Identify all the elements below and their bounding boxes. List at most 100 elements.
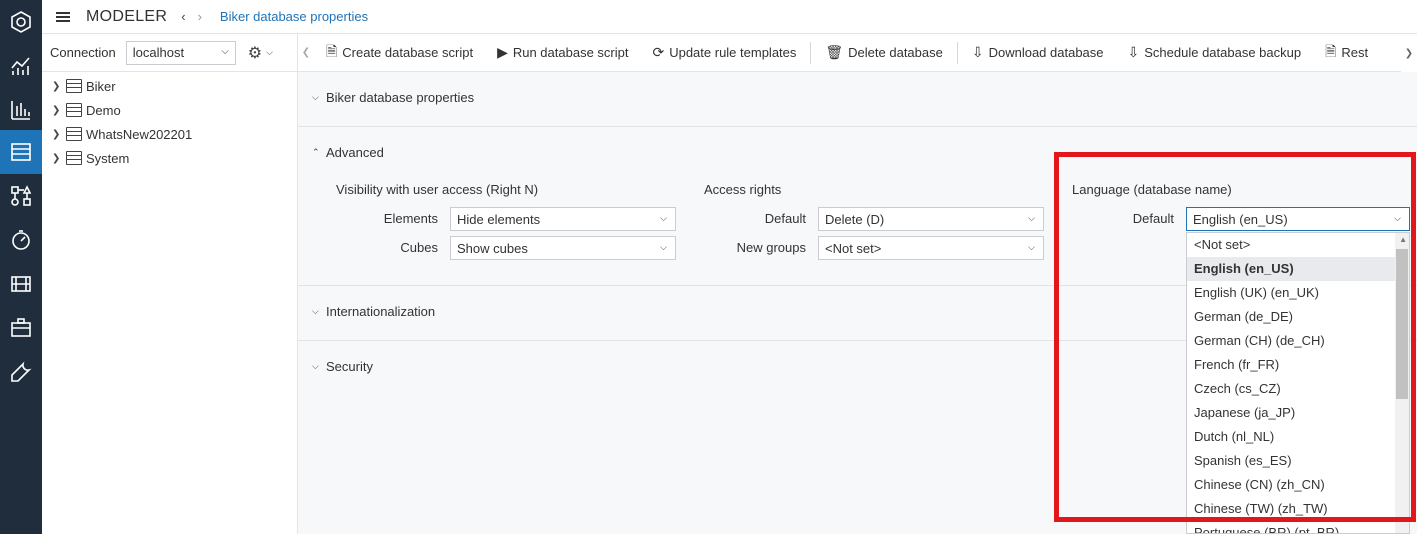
dropdown-option[interactable]: Czech (cs_CZ): [1187, 377, 1409, 401]
trash-icon: 🗑: [825, 44, 844, 60]
reports-icon[interactable]: [0, 88, 42, 132]
button-label: Download database: [988, 45, 1104, 60]
scroll-up-icon[interactable]: ▲: [1399, 235, 1407, 244]
section-title: Advanced: [326, 145, 384, 160]
hierarchy-icon[interactable]: [0, 174, 42, 218]
elements-select[interactable]: Hide elements ⌵: [450, 207, 676, 231]
restore-icon: 🗎: [1325, 42, 1337, 59]
chevron-right-icon[interactable]: ❯: [52, 105, 66, 116]
delete-database-button[interactable]: 🗑 Delete database: [813, 34, 954, 72]
dropdown-option[interactable]: Spanish (es_ES): [1187, 449, 1409, 473]
chevron-right-icon[interactable]: ❯: [52, 81, 66, 92]
tree-item-label: Demo: [86, 102, 121, 118]
briefcase-icon[interactable]: [0, 306, 42, 350]
dropdown-options: <Not set> English (en_US) English (UK) (en…: [1187, 233, 1409, 533]
database-icon: [66, 127, 82, 141]
database-server-icon[interactable]: [0, 130, 42, 174]
gear-icon[interactable]: ⚙: [248, 43, 262, 63]
dropdown-scrollbar[interactable]: ▲: [1395, 233, 1409, 533]
default-access-select[interactable]: Delete (D) ⌵: [818, 207, 1044, 231]
dropdown-option[interactable]: Dutch (nl_NL): [1187, 425, 1409, 449]
analytics-icon[interactable]: [0, 44, 42, 88]
create-database-script-button[interactable]: 🗎 Create database script: [314, 34, 485, 72]
language-default-select[interactable]: English (en_US) ⌵: [1186, 207, 1410, 231]
visibility-title: Visibility with user access (Right N): [336, 182, 539, 197]
film-icon[interactable]: [0, 262, 42, 306]
hamburger-menu-icon[interactable]: [56, 11, 70, 22]
hexagon-logo-icon[interactable]: [0, 0, 42, 44]
chevron-right-icon[interactable]: ❯: [52, 153, 66, 164]
section-header-properties[interactable]: ⌵ Biker database properties: [312, 90, 474, 105]
toolbar-scroll-left-icon[interactable]: ❮: [298, 47, 314, 58]
dropdown-option[interactable]: Portuguese (BR) (pt_BR): [1187, 521, 1409, 533]
chevron-up-icon: ⌃: [312, 147, 320, 157]
section-header-internationalization[interactable]: ⌵ Internationalization: [312, 304, 435, 319]
scrollbar-thumb[interactable]: [1396, 249, 1408, 399]
chevron-down-icon: ⌵: [660, 242, 667, 252]
chevron-down-icon[interactable]: ⌵: [266, 47, 273, 58]
chevron-down-icon: ⌵: [312, 361, 319, 371]
back-arrow-icon[interactable]: ‹: [181, 9, 185, 24]
toolbar-scroll-right-icon[interactable]: ❯: [1401, 34, 1417, 72]
button-label: Rest: [1341, 45, 1369, 60]
chevron-down-icon: ⌵: [221, 45, 229, 57]
chevron-down-icon: ⌵: [312, 92, 319, 102]
button-label: Delete database: [848, 45, 943, 60]
dropdown-option[interactable]: Japanese (ja_JP): [1187, 401, 1409, 425]
database-tree: ❯ Biker ❯ Demo ❯ WhatsNew202201 ❯ System: [52, 74, 192, 170]
connection-select[interactable]: localhost ⌵: [125, 40, 236, 65]
language-dropdown-list[interactable]: <Not set> English (en_US) English (UK) (en…: [1186, 232, 1410, 534]
tree-item-system[interactable]: ❯ System: [52, 146, 192, 170]
dropdown-option[interactable]: German (de_DE): [1187, 305, 1409, 329]
wrench-icon[interactable]: [0, 350, 42, 394]
chevron-down-icon: ⌵: [1028, 213, 1035, 223]
tree-item-label: Biker: [86, 78, 116, 94]
connection-value: localhost: [132, 45, 185, 60]
download-database-button[interactable]: ⇩ Download database: [960, 34, 1116, 72]
dropdown-option[interactable]: German (CH) (de_CH): [1187, 329, 1409, 353]
cubes-value: Show cubes: [457, 240, 528, 256]
tree-item-demo[interactable]: ❯ Demo: [52, 98, 192, 122]
dropdown-option[interactable]: <Not set>: [1187, 233, 1409, 257]
restore-database-button[interactable]: 🗎 Rest: [1313, 34, 1380, 72]
tree-item-biker[interactable]: ❯ Biker: [52, 74, 192, 98]
run-database-script-button[interactable]: ▶ Run database script: [485, 34, 640, 72]
dashboard-gauge-icon[interactable]: [0, 218, 42, 262]
new-groups-label: New groups: [736, 240, 806, 255]
tree-item-whatsnew[interactable]: ❯ WhatsNew202201: [52, 122, 192, 146]
tree-item-label: System: [86, 150, 130, 166]
elements-value: Hide elements: [457, 211, 541, 227]
section-header-security[interactable]: ⌵ Security: [312, 359, 373, 374]
button-label: Run database script: [512, 45, 629, 60]
schedule-icon: ⇩: [1127, 44, 1140, 60]
download-icon: ⇩: [971, 44, 984, 60]
dropdown-option[interactable]: Chinese (TW) (zh_TW): [1187, 497, 1409, 521]
section-title: Security: [326, 359, 373, 374]
toolbar-divider: [956, 41, 958, 64]
forward-arrow-icon[interactable]: ›: [198, 9, 202, 24]
connection-row: Connection localhost ⌵ ⚙ ⌵: [42, 34, 298, 72]
dropdown-option[interactable]: English (UK) (en_UK): [1187, 281, 1409, 305]
app-title: MODELER: [86, 7, 168, 25]
default-access-value: Delete (D): [825, 211, 885, 227]
chevron-right-icon[interactable]: ❯: [52, 129, 66, 140]
create-script-icon: 🗎: [326, 42, 338, 59]
update-rule-templates-button[interactable]: ⟳ Update rule templates: [640, 34, 808, 72]
section-header-advanced[interactable]: ⌃ Advanced: [312, 145, 384, 160]
dropdown-option[interactable]: Chinese (CN) (zh_CN): [1187, 473, 1409, 497]
database-icon: [66, 79, 82, 93]
left-nav-rail: [0, 0, 42, 534]
cubes-select[interactable]: Show cubes ⌵: [450, 236, 676, 260]
cubes-label: Cubes: [400, 240, 438, 255]
language-default-value: English (en_US): [1193, 211, 1288, 227]
breadcrumb[interactable]: Biker database properties: [220, 9, 368, 24]
chevron-down-icon: ⌵: [660, 213, 667, 223]
new-groups-select[interactable]: <Not set> ⌵: [818, 236, 1044, 260]
schedule-database-backup-button[interactable]: ⇩ Schedule database backup: [1116, 34, 1314, 72]
top-header: MODELER ‹ › Biker database properties: [42, 0, 1417, 34]
button-label: Schedule database backup: [1144, 45, 1302, 60]
dropdown-option[interactable]: English (en_US): [1187, 257, 1409, 281]
tree-item-label: WhatsNew202201: [86, 126, 193, 142]
dropdown-option[interactable]: French (fr_FR): [1187, 353, 1409, 377]
button-label: Update rule templates: [669, 45, 797, 60]
